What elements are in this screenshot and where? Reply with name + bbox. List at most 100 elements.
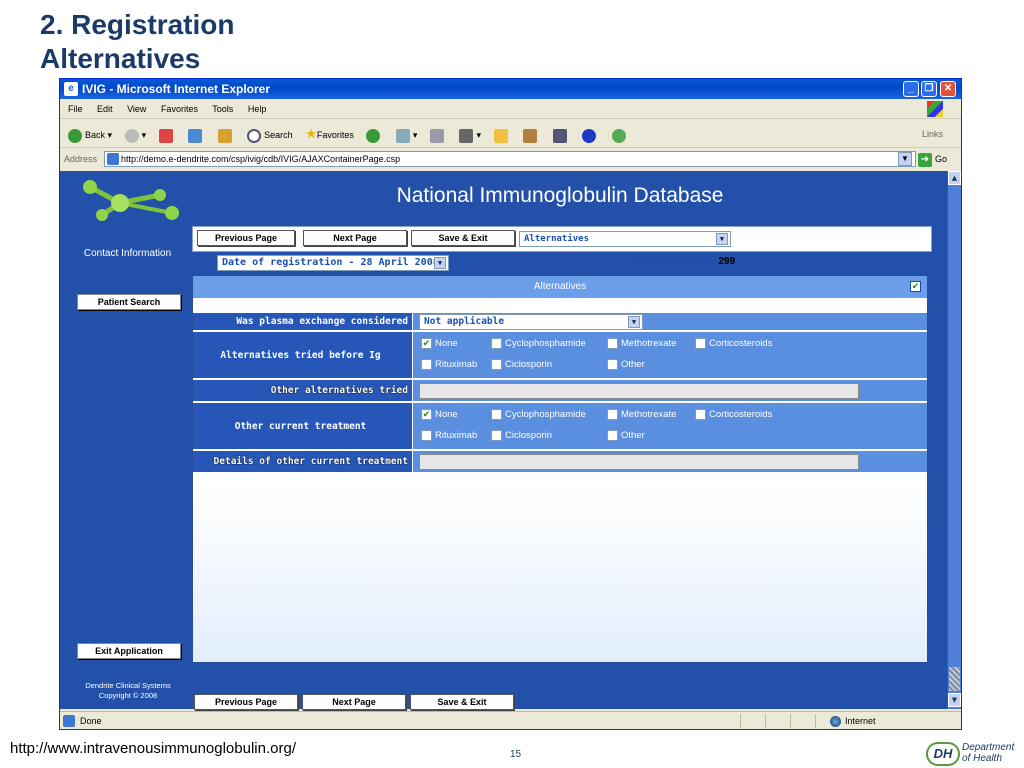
forward-button[interactable]: ▾ <box>124 121 146 149</box>
ie-icon: e <box>64 82 78 96</box>
cur-none-checkbox[interactable]: ✔ None <box>421 409 458 421</box>
zone-label: Internet <box>845 716 876 726</box>
registration-date-select[interactable]: Date of registration - 28 April 2008 ▼ <box>217 255 449 271</box>
cur-other-checkbox[interactable]: Other <box>607 430 645 442</box>
checkbox-box: ✔ <box>421 409 432 420</box>
status-divider <box>815 714 816 728</box>
bluetooth-icon <box>582 128 597 143</box>
search-button[interactable]: Search <box>247 121 293 149</box>
checkbox-box <box>607 338 618 349</box>
slide-url[interactable]: http://www.intravenousimmunoglobulin.org… <box>10 740 296 757</box>
bottom-save-exit-button[interactable]: Save & Exit <box>410 694 514 710</box>
chevron-down-icon[interactable]: ▼ <box>434 257 446 269</box>
page-icon <box>63 715 75 727</box>
bluetooth-button[interactable] <box>582 121 599 149</box>
plasma-exchange-select[interactable]: Not applicable ▼ <box>419 314 643 330</box>
previous-page-button[interactable]: Previous Page <box>197 230 295 246</box>
go-button[interactable]: ➜ Go <box>918 151 958 167</box>
next-page-button[interactable]: Next Page <box>303 230 407 246</box>
panel-title: Alternatives <box>533 281 587 292</box>
alt-methotrexate-checkbox[interactable]: Methotrexate <box>607 338 676 350</box>
alt-corticosteroids-label: Corticosteroids <box>709 338 773 350</box>
bottom-previous-page-button[interactable]: Previous Page <box>194 694 298 710</box>
date-bar: Date of registration - 28 April 2008 ▼ S… <box>192 253 932 273</box>
alt-ciclosporin-checkbox[interactable]: Ciclosporin <box>491 359 552 371</box>
favorites-button[interactable]: ★Favorites <box>305 120 354 149</box>
cur-rituximab-label: Rituximab <box>435 430 478 442</box>
alt-ciclosporin-label: Ciclosporin <box>505 359 552 371</box>
minimize-button[interactable]: _ <box>903 81 919 97</box>
save-exit-button[interactable]: Save & Exit <box>411 230 515 246</box>
alt-rituximab-checkbox[interactable]: Rituximab <box>421 359 477 371</box>
scroll-thumb[interactable] <box>949 667 960 691</box>
stop-button[interactable] <box>158 121 176 149</box>
panel-checkbox[interactable]: ✔ <box>910 281 921 292</box>
menu-help[interactable]: Help <box>248 104 267 114</box>
status-bar: Done Internet <box>60 711 961 729</box>
close-button[interactable]: ✕ <box>940 81 956 97</box>
scroll-up-icon[interactable]: ▲ <box>948 171 961 185</box>
checkbox-box <box>695 338 706 349</box>
cur-methotrexate-label: Methotrexate <box>621 409 677 421</box>
research-button[interactable] <box>523 121 540 149</box>
exit-application-button[interactable]: Exit Application <box>77 643 181 659</box>
folder-button[interactable] <box>493 121 511 149</box>
cur-corticosteroids-checkbox[interactable]: Corticosteroids <box>695 409 772 421</box>
alt-other-checkbox[interactable]: Other <box>607 359 645 371</box>
address-input[interactable]: http://demo.e-dendrite.com/csp/ivig/cdb/… <box>104 151 916 167</box>
alternatives-tried-row: Alternatives tried before Ig ✔ None Cyclo… <box>193 331 927 378</box>
dendrite-logo <box>83 180 179 221</box>
cur-methotrexate-checkbox[interactable]: Methotrexate <box>607 409 676 421</box>
back-button[interactable]: Back ▾ <box>68 121 112 149</box>
bottom-next-page-button[interactable]: Next Page <box>302 694 406 710</box>
cur-rituximab-checkbox[interactable]: Rituximab <box>421 430 477 442</box>
chevron-down-icon[interactable]: ▼ <box>628 316 640 328</box>
dh-line2: of Health <box>962 753 1003 764</box>
plugin-button[interactable] <box>611 121 629 149</box>
details-current-input[interactable] <box>419 454 859 470</box>
checkbox-box <box>491 409 502 420</box>
alt-cyclophosphamide-checkbox[interactable]: Cyclophosphamide <box>491 338 586 350</box>
edit-button[interactable]: ▾ <box>459 121 481 149</box>
print-icon <box>429 128 444 143</box>
other-alternatives-input[interactable] <box>419 383 859 399</box>
menu-favorites[interactable]: Favorites <box>161 104 198 114</box>
slide: 2. Registration Alternatives e IVIG - Mi… <box>0 0 1024 768</box>
mail-button[interactable]: ▾ <box>395 121 417 149</box>
alt-none-checkbox[interactable]: ✔ None <box>421 338 458 350</box>
cur-cyclophosphamide-checkbox[interactable]: Cyclophosphamide <box>491 409 586 421</box>
checkbox-box <box>491 338 502 349</box>
messenger-button[interactable] <box>552 121 570 149</box>
checkbox-box: ✔ <box>421 338 432 349</box>
menu-view[interactable]: View <box>127 104 146 114</box>
mail-icon <box>395 128 410 143</box>
other-alternatives-label: Other alternatives tried <box>193 380 413 401</box>
selected-patient-label: Selected Patient : <box>632 256 716 267</box>
home-button[interactable] <box>217 121 235 149</box>
contact-information-link[interactable]: Contact Information <box>70 248 185 259</box>
scroll-down-icon[interactable]: ▼ <box>948 693 961 707</box>
selected-patient-id: 299 <box>718 256 736 267</box>
window-titlebar[interactable]: e IVIG - Microsoft Internet Explorer _ ❐… <box>60 79 961 99</box>
menu-edit[interactable]: Edit <box>97 104 113 114</box>
chevron-down-icon[interactable]: ▼ <box>716 233 728 245</box>
maximize-button[interactable]: ❐ <box>921 81 937 97</box>
links-button[interactable]: Links <box>922 120 943 148</box>
menu-file[interactable]: File <box>68 104 83 114</box>
section-select[interactable]: Alternatives ▼ <box>519 231 731 247</box>
cur-ciclosporin-checkbox[interactable]: Ciclosporin <box>491 430 552 442</box>
home-icon <box>217 128 232 143</box>
print-button[interactable] <box>429 121 447 149</box>
stop-icon <box>158 128 173 143</box>
alt-none-label: None <box>435 338 458 350</box>
vertical-scrollbar[interactable]: ▲ ▼ <box>947 171 961 709</box>
menu-tools[interactable]: Tools <box>212 104 233 114</box>
alt-corticosteroids-checkbox[interactable]: Corticosteroids <box>695 338 772 350</box>
patient-search-button[interactable]: Patient Search <box>77 294 181 310</box>
refresh-button[interactable] <box>188 121 205 149</box>
details-current-label: Details of other current treatment <box>193 451 413 472</box>
address-dropdown-icon[interactable]: ▼ <box>898 152 912 166</box>
history-button[interactable] <box>366 121 383 149</box>
back-arrow-icon <box>68 128 82 143</box>
browser-toolbar: Back ▾ ▾ Search ★Favorites ▾ ▾ Links <box>60 120 961 148</box>
